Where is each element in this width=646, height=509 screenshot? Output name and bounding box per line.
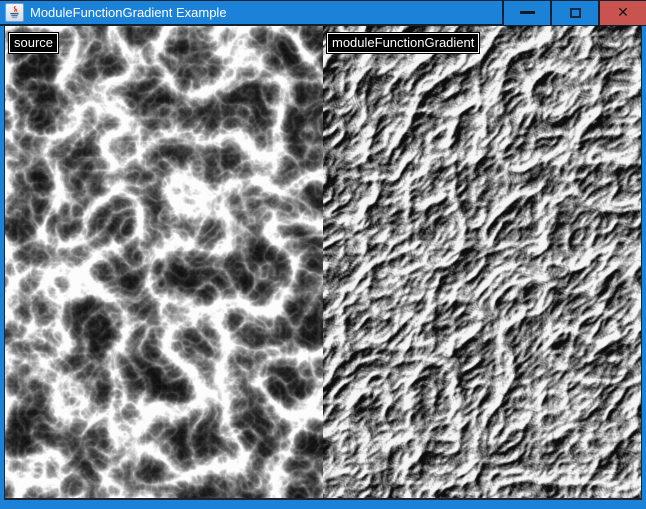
minimize-button[interactable] [504,0,550,25]
window-title: ModuleFunctionGradient Example [30,0,502,25]
source-image [5,26,323,498]
java-app-icon [5,3,24,22]
app-window: ModuleFunctionGradient Example ✕ source … [0,0,646,509]
source-panel: source [5,26,323,498]
modulefunctiongradient-panel: moduleFunctionGradient [323,26,641,498]
close-icon: ✕ [617,6,629,20]
maximize-button[interactable] [552,0,598,25]
window-controls: ✕ [502,0,646,25]
minimize-icon [520,11,535,14]
java-coffee-icon [7,5,22,20]
viewport: source moduleFunctionGradient [4,26,642,500]
close-button[interactable]: ✕ [600,0,646,25]
source-label: source [9,33,58,53]
maximize-icon [570,8,581,18]
titlebar[interactable]: ModuleFunctionGradient Example ✕ [0,1,646,26]
modulefunctiongradient-label: moduleFunctionGradient [327,33,479,53]
modulefunctiongradient-image [323,26,641,498]
